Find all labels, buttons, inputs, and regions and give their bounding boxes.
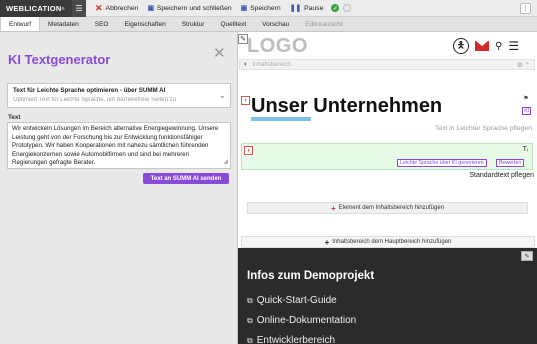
headline[interactable]: Unser Unternehmen bbox=[251, 95, 442, 118]
content-area-label: Inhaltsbereich bbox=[252, 61, 291, 68]
headline-block: › Unser Unternehmen ⚑ KI Text in Leichte… bbox=[241, 95, 535, 139]
site-logo: LOGO bbox=[247, 35, 308, 57]
brand-logo: WEBLICATION ® bbox=[0, 0, 72, 17]
footer-info: ✎ Infos zum Demoprojekt ⧉ Quick-Start-Gu… bbox=[238, 248, 537, 344]
circle-icon[interactable] bbox=[343, 4, 352, 12]
standard-text-link[interactable]: Standardtext pflegen bbox=[469, 172, 534, 179]
tab-editoransicht: Editoransicht bbox=[305, 20, 343, 28]
send-to-summ-ai-button[interactable]: Text an SUMM AI senden bbox=[143, 173, 229, 184]
cancel-button-label: Abbrechen bbox=[105, 4, 139, 12]
developer-area-link[interactable]: ⧉ Entwicklerbereich bbox=[247, 335, 335, 344]
tab-struktur[interactable]: Struktur bbox=[174, 17, 213, 31]
brand-name: WEBLICATION bbox=[6, 3, 62, 13]
rate-button[interactable]: Bewerten bbox=[496, 159, 525, 167]
add-element-button[interactable]: + Element dem Inhaltsbereich hinzufügen bbox=[247, 202, 528, 214]
text-input-value: Wir entwickeln Lösungen im Bereich alter… bbox=[12, 125, 219, 167]
search-icon[interactable]: ⚲ bbox=[495, 41, 502, 52]
panel-title: KI Textgenerator bbox=[8, 52, 111, 67]
headline-highlight bbox=[251, 117, 311, 121]
pause-button-label: Pause bbox=[304, 4, 324, 12]
headline-hint[interactable]: Text in Leichter Sprache pflegen bbox=[435, 125, 532, 132]
check-icon[interactable]: ✓ bbox=[331, 4, 340, 12]
mail-icon[interactable] bbox=[475, 41, 489, 51]
text-label: Text bbox=[8, 114, 21, 121]
tab-bar: Entwurf Metadaten SEO Eigenschaften Stru… bbox=[0, 17, 537, 32]
online-docs-link[interactable]: ⧉ Online-Dokumentation bbox=[247, 315, 356, 326]
pause-icon: ❚❚ bbox=[289, 5, 302, 12]
tab-eigenschaften[interactable]: Eigenschaften bbox=[117, 17, 174, 31]
header-icons: 🯅 ⚲ ☰ bbox=[453, 38, 519, 54]
online-docs-link-label: Online-Dokumentation bbox=[256, 315, 357, 326]
external-link-icon: ⧉ bbox=[247, 335, 253, 344]
add-element-label: Element dem Inhaltsbereich hinzufügen bbox=[338, 205, 445, 211]
window-options-icon[interactable]: ⋮ bbox=[520, 3, 531, 14]
accessibility-icon[interactable]: 🯅 bbox=[453, 38, 469, 54]
language-edit-icon[interactable]: ⚑ bbox=[520, 95, 532, 107]
close-icon[interactable]: ✕ bbox=[213, 44, 226, 62]
chevron-right-icon[interactable]: › bbox=[244, 146, 253, 155]
quick-start-link-label: Quick-Start-Guide bbox=[256, 295, 337, 306]
pause-button[interactable]: ❚❚ Pause bbox=[289, 4, 324, 13]
external-link-icon: ⧉ bbox=[247, 295, 253, 305]
add-content-area-button[interactable]: + Inhaltsbereich dem Hauptbereich hinzuf… bbox=[241, 236, 535, 248]
prompt-select-description: Optimiert Text für Leichte Sprache, um b… bbox=[13, 97, 176, 103]
cancel-button[interactable]: ✕ Abbrechen bbox=[95, 3, 138, 14]
top-toolbar: WEBLICATION ® ☰ ✕ Abbrechen ▣ Speichern u… bbox=[0, 0, 537, 17]
menu-icon[interactable]: ☰ bbox=[72, 0, 86, 17]
add-content-area-label: Inhaltsbereich dem Hauptbereich hinzufüg… bbox=[332, 239, 452, 245]
save-icon: ▣ bbox=[240, 5, 248, 12]
close-icon: ✕ bbox=[95, 2, 103, 13]
external-link-icon: ⧉ bbox=[247, 315, 253, 325]
edit-icon[interactable]: ✎ bbox=[521, 251, 533, 261]
ki-panel: KI Textgenerator ✕ Text für Leichte Spra… bbox=[0, 32, 238, 344]
plus-icon: + bbox=[324, 237, 330, 247]
tab-seo[interactable]: SEO bbox=[87, 17, 117, 31]
text-block: › Tᵢ Leichte Sprache über KI generieren … bbox=[241, 143, 533, 170]
save-and-close-button[interactable]: ▣ Speichern und schließen bbox=[147, 4, 232, 13]
generate-easy-language-button[interactable]: Leichte Sprache über KI generieren bbox=[397, 159, 487, 167]
tab-vorschau[interactable]: Vorschau bbox=[254, 17, 297, 31]
save-button[interactable]: ▣ Speichern bbox=[240, 4, 281, 13]
tab-metadaten[interactable]: Metadaten bbox=[40, 17, 87, 31]
prompt-select[interactable]: Text für Leichte Sprache optimieren - üb… bbox=[7, 83, 231, 108]
quick-start-link[interactable]: ⧉ Quick-Start-Guide bbox=[247, 295, 337, 306]
text-style-icon[interactable]: Tᵢ bbox=[523, 146, 528, 153]
tab-entwurf[interactable]: Entwurf bbox=[0, 17, 41, 31]
tab-quelltext[interactable]: Quelltext bbox=[212, 17, 254, 31]
save-close-icon: ▣ bbox=[147, 5, 154, 12]
hamburger-menu-icon[interactable]: ☰ bbox=[508, 39, 519, 53]
save-button-label: Speichern bbox=[250, 4, 281, 12]
chevron-right-icon[interactable]: › bbox=[241, 96, 250, 105]
save-and-close-button-label: Speichern und schließen bbox=[156, 4, 232, 12]
footer-title: Infos zum Demoprojekt bbox=[247, 270, 375, 282]
chevron-down-icon: ⌄ bbox=[218, 90, 226, 100]
resize-handle-icon[interactable]: ◢ bbox=[223, 158, 228, 167]
developer-area-link-label: Entwicklerbereich bbox=[256, 335, 336, 344]
ki-badge[interactable]: KI bbox=[522, 107, 531, 115]
settings-chevron-icon[interactable]: ⚙ ⌃ bbox=[517, 61, 530, 69]
plus-icon: + bbox=[330, 203, 336, 213]
page-preview: ✎ LOGO 🯅 ⚲ ☰ › Inhaltsbereich ⚙ ⌃ › Unse… bbox=[238, 32, 537, 344]
content-area-bar[interactable]: › Inhaltsbereich ⚙ ⌃ bbox=[239, 59, 535, 70]
text-input[interactable]: Wir entwickeln Lösungen im Bereich alter… bbox=[7, 122, 231, 169]
prompt-select-value: Text für Leichte Sprache optimieren - üb… bbox=[13, 87, 166, 94]
brand-mark: ® bbox=[61, 5, 65, 11]
chevron-right-icon: › bbox=[244, 61, 247, 68]
